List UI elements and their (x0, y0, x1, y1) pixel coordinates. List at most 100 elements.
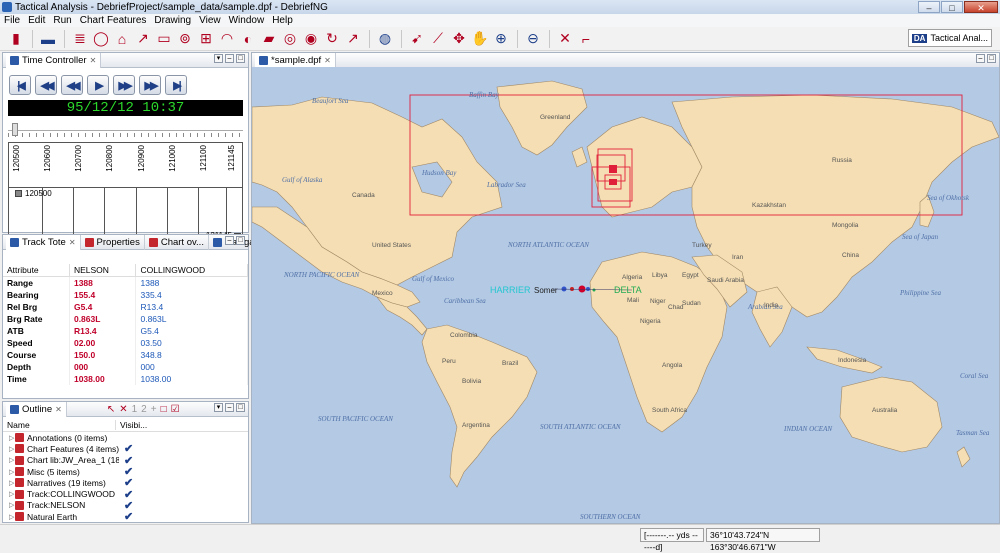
expand-arrow-icon[interactable]: ▷ (3, 513, 14, 521)
collapse-icon[interactable]: + (151, 404, 157, 415)
close-icon[interactable]: ✕ (55, 405, 62, 414)
zoom-out-icon[interactable]: ⊖ (523, 29, 543, 49)
drag-icon[interactable]: ✥ (449, 29, 469, 49)
minimize-view-icon[interactable]: – (225, 403, 234, 412)
tab-outline[interactable]: Outline ✕ (6, 401, 67, 417)
minimize-view-icon[interactable]: – (976, 54, 985, 63)
menu-edit[interactable]: Edit (24, 15, 49, 26)
menu-window[interactable]: Window (225, 15, 269, 26)
scale-tool-icon[interactable]: ▰ (259, 29, 279, 49)
rotate-tool-icon[interactable]: ↻ (322, 29, 342, 49)
map-label: Libya (652, 272, 668, 279)
polygon-tool-icon[interactable]: ⌂ (112, 29, 132, 49)
expand-arrow-icon[interactable]: ▷ (3, 434, 14, 442)
visibility-check-icon[interactable]: ✔ (124, 510, 133, 523)
fit-to-window-icon[interactable]: ✕ (555, 29, 575, 49)
expand-arrow-icon[interactable]: ▷ (3, 501, 14, 509)
track-label-delta[interactable]: DELTA (614, 285, 642, 295)
maximize-button[interactable]: □ (941, 1, 963, 13)
view-menu-icon[interactable]: ▾ (214, 54, 223, 63)
outline-header-visibility[interactable]: Visibi... (116, 420, 147, 430)
globe-icon[interactable]: ◍ (375, 29, 395, 49)
tab-chart-overview[interactable]: Chart ov... (145, 234, 209, 250)
world-map[interactable]: HARRIER Somer DELTA Beaufort Sea Baffin … (252, 67, 999, 523)
step-back-button[interactable]: ◀◀ (61, 75, 83, 95)
tote-header-nelson[interactable]: NELSON (69, 264, 137, 277)
show-icon[interactable]: ☑ (171, 404, 180, 415)
rectangle-tool-icon[interactable]: ▭ (154, 29, 174, 49)
tab-track-tote[interactable]: Track Tote ✕ (6, 234, 81, 250)
minimize-view-icon[interactable]: – (225, 236, 234, 245)
perspective-badge: DA (911, 33, 928, 43)
view-menu-icon[interactable]: ▾ (214, 403, 223, 412)
minimize-view-icon[interactable]: – (225, 54, 234, 63)
redraw-icon[interactable]: ⌐ (576, 29, 596, 49)
layer-icon (15, 478, 24, 488)
circle-tool-icon[interactable]: ◯ (91, 29, 111, 49)
clock-icon (10, 55, 19, 65)
tab-properties[interactable]: Properties (81, 234, 145, 250)
zoom-in-icon[interactable]: ⊕ (491, 29, 511, 49)
expand-arrow-icon[interactable]: ▷ (3, 445, 14, 453)
expand-arrow-icon[interactable]: ▷ (3, 456, 14, 464)
expand-all-icon[interactable]: ✕ (119, 404, 127, 415)
maximize-view-icon[interactable]: □ (987, 54, 996, 63)
track-label-harrier[interactable]: HARRIER (490, 285, 531, 295)
main-toolbar: ▮ ▬ ≣ ◯ ⌂ ↗ ▭ ⊚ ⊞ ◠ ◐ ▰ ◎ ◉ ↻ ↗ ◍ ➹ ⟋ ✥ … (0, 27, 1000, 51)
move-down-icon[interactable]: 2 (141, 404, 147, 415)
close-button[interactable]: ✕ (964, 1, 998, 13)
time-slider-thumb[interactable] (12, 123, 18, 136)
world-map-svg[interactable]: HARRIER Somer DELTA Beaufort Sea Baffin … (252, 67, 999, 523)
range-rings-icon[interactable]: ◎ (280, 29, 300, 49)
step-forward-button[interactable]: ▶▶ (113, 75, 135, 95)
hide-icon[interactable]: □ (161, 404, 167, 415)
ellipse-tool-icon[interactable]: ⊚ (175, 29, 195, 49)
menu-run[interactable]: Run (49, 15, 75, 26)
play-button[interactable]: ▶ (87, 75, 109, 95)
layers-icon[interactable]: ≣ (70, 29, 90, 49)
map-label: Turkey (692, 242, 712, 249)
arrow-tool-icon[interactable]: ↗ (343, 29, 363, 49)
tab-sample-dpf[interactable]: *sample.dpf ✕ (255, 52, 336, 68)
expand-arrow-icon[interactable]: ▷ (3, 468, 14, 476)
menu-chart-features[interactable]: Chart Features (76, 15, 151, 26)
expand-arrow-icon[interactable]: ▷ (3, 479, 14, 487)
minimize-button[interactable]: – (918, 1, 940, 13)
select-arrow-icon[interactable]: ➹ (407, 29, 427, 49)
time-bar-chart[interactable]: 120500 120600 120700 120800 120900 12100… (8, 142, 243, 242)
skip-to-start-button[interactable]: |◀ (9, 75, 31, 95)
outline-header-name[interactable]: Name (3, 420, 116, 430)
outline-item[interactable]: ▷ Natural Earth ✔ (3, 510, 248, 523)
close-icon[interactable]: ✕ (90, 56, 97, 65)
skip-to-end-button[interactable]: ▶| (165, 75, 187, 95)
measure-icon[interactable]: ⟋ (428, 29, 448, 49)
line-tool-icon[interactable]: ↗ (133, 29, 153, 49)
large-step-forward-button[interactable]: ▶▶ (139, 75, 161, 95)
arc-tool-icon[interactable]: ◠ (217, 29, 237, 49)
expand-arrow-icon[interactable]: ▷ (3, 490, 14, 498)
select-icon[interactable]: ↖ (107, 404, 115, 415)
pan-hand-icon[interactable]: ✋ (470, 29, 490, 49)
close-icon[interactable]: ✕ (69, 238, 76, 247)
open-folder-icon[interactable]: ▬ (38, 29, 58, 49)
save-icon[interactable]: ▮ (6, 29, 26, 49)
large-step-back-button[interactable]: ◀◀ (35, 75, 57, 95)
tab-time-controller[interactable]: Time Controller ✕ (6, 52, 102, 68)
start-marker[interactable] (15, 190, 22, 197)
menu-help[interactable]: Help (268, 15, 297, 26)
text-tool-icon[interactable]: ◐ (238, 29, 258, 49)
tote-header-collingwood[interactable]: COLLINGWOOD (135, 264, 248, 277)
grid-tool-icon[interactable]: ⊞ (196, 29, 216, 49)
perspective-switcher[interactable]: DA Tactical Anal... (907, 29, 992, 47)
menu-file[interactable]: File (0, 15, 24, 26)
maximize-view-icon[interactable]: □ (236, 236, 245, 245)
maximize-view-icon[interactable]: □ (236, 403, 245, 412)
time-slider[interactable] (8, 122, 243, 137)
close-icon[interactable]: ✕ (324, 56, 331, 65)
track-label-somer[interactable]: Somer (534, 286, 558, 295)
maximize-view-icon[interactable]: □ (236, 54, 245, 63)
move-up-icon[interactable]: 1 (132, 404, 138, 415)
menu-view[interactable]: View (195, 15, 225, 26)
menu-drawing[interactable]: Drawing (150, 15, 195, 26)
target-tool-icon[interactable]: ◉ (301, 29, 321, 49)
